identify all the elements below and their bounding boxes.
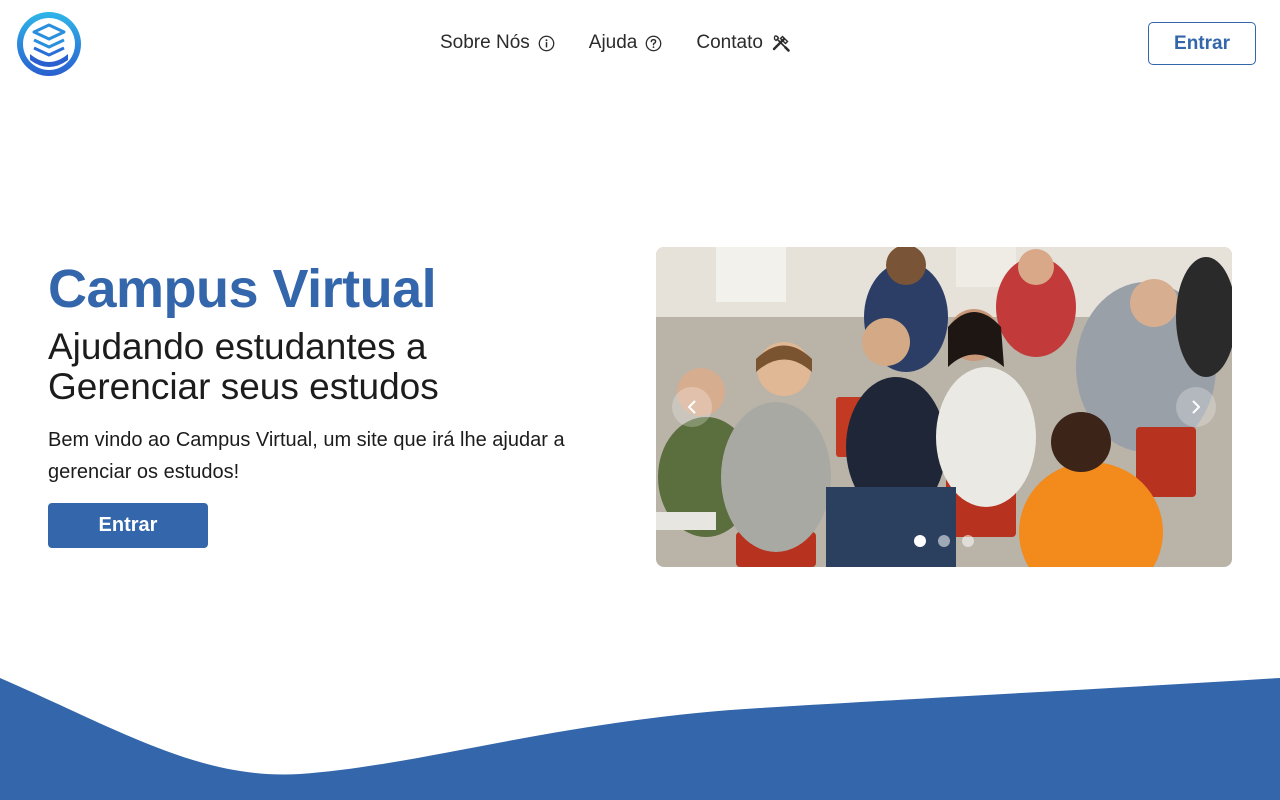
main-nav: Sobre Nós Ajuda Contato bbox=[440, 30, 825, 56]
nav-item-label: Contato bbox=[696, 32, 763, 53]
header: Sobre Nós Ajuda Contato Entrar bbox=[0, 0, 1280, 88]
hero-description: Bem vindo ao Campus Virtual, um site que… bbox=[48, 429, 565, 483]
tools-icon bbox=[771, 33, 791, 53]
logo-icon[interactable] bbox=[16, 10, 84, 78]
carousel-dot[interactable] bbox=[914, 535, 926, 547]
page: Sobre Nós Ajuda Contato Entrar Campus Vi… bbox=[0, 0, 1280, 800]
chevron-right-icon bbox=[1192, 400, 1200, 414]
hero-subtitle-line: Ajudando estudantes a bbox=[48, 326, 427, 367]
nav-item-sobre-nos[interactable]: Sobre Nós bbox=[440, 30, 555, 56]
hero-login-button[interactable]: Entrar bbox=[48, 503, 208, 548]
header-login-button[interactable]: Entrar bbox=[1148, 22, 1256, 65]
carousel-next-button[interactable] bbox=[1176, 387, 1216, 427]
question-circle-icon bbox=[645, 35, 662, 52]
info-circle-icon bbox=[538, 35, 555, 52]
carousel-prev-button[interactable] bbox=[672, 387, 712, 427]
hero-subtitle-line: Gerenciar seus estudos bbox=[48, 366, 439, 407]
chevron-left-icon bbox=[688, 400, 696, 414]
footer-wave bbox=[0, 678, 1280, 800]
nav-item-label: Sobre Nós bbox=[440, 32, 530, 53]
nav-item-ajuda[interactable]: Ajuda bbox=[589, 30, 663, 56]
hero-subtitle: Ajudando estudantes a Gerenciar seus est… bbox=[48, 327, 608, 407]
classroom-students-photo bbox=[656, 247, 1232, 567]
carousel-indicators bbox=[914, 535, 986, 547]
carousel-dot[interactable] bbox=[962, 535, 974, 547]
carousel-dot[interactable] bbox=[938, 535, 950, 547]
image-carousel bbox=[656, 247, 1232, 567]
nav-item-contato[interactable]: Contato bbox=[696, 30, 791, 56]
nav-item-label: Ajuda bbox=[588, 32, 638, 53]
hero-title: Campus Virtual bbox=[48, 259, 437, 319]
